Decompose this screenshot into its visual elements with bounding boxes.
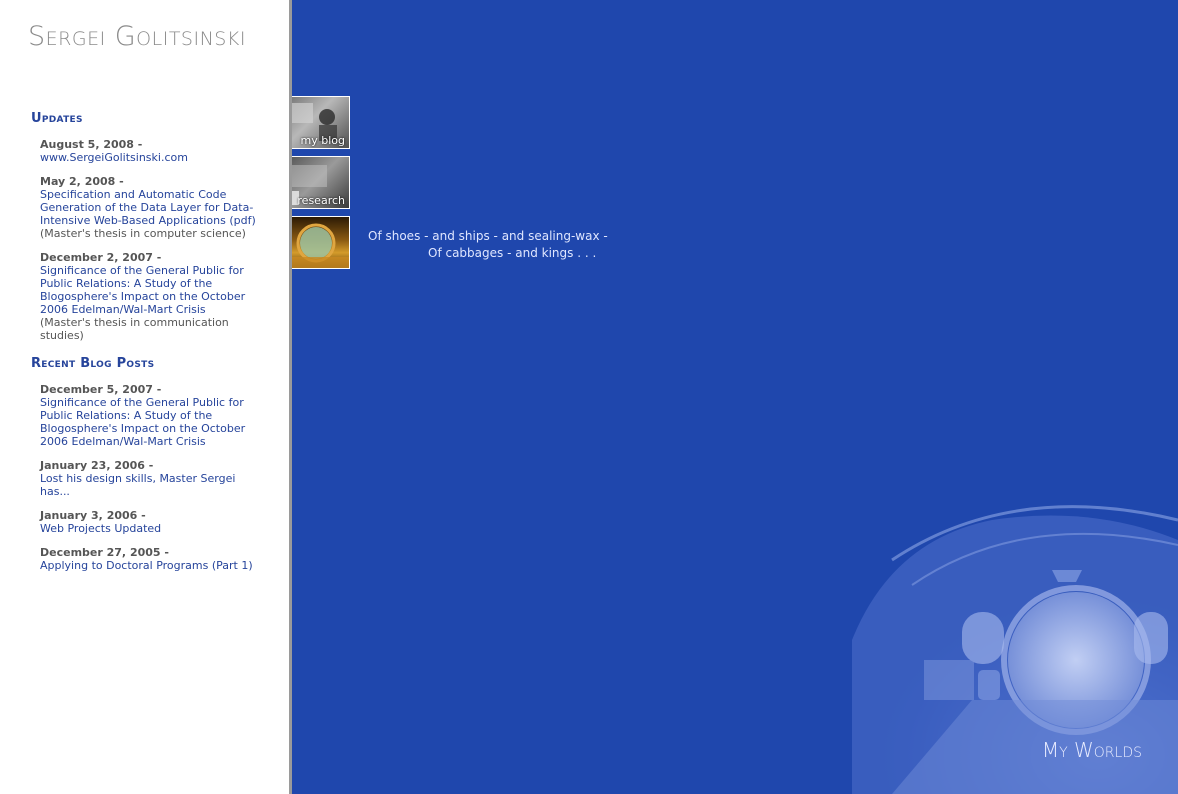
blog-date: December 27, 2005 -: [40, 546, 169, 559]
my-blog-thumbnail[interactable]: my blog: [292, 96, 350, 149]
blog-link[interactable]: Significance of the General Public for P…: [40, 396, 268, 448]
blog-date: December 5, 2007 -: [40, 383, 162, 396]
quote: Of shoes - and ships - and sealing-wax -…: [368, 228, 608, 262]
quote-line-1: Of shoes - and ships - and sealing-wax -: [368, 229, 608, 243]
my-worlds-label[interactable]: My Worlds: [1042, 738, 1142, 762]
update-link[interactable]: Specification and Automatic Code Generat…: [40, 188, 268, 227]
update-date: December 2, 2007 -: [40, 251, 162, 264]
update-link[interactable]: Significance of the General Public for P…: [40, 264, 268, 316]
update-date: August 5, 2008 -: [40, 138, 143, 151]
blog-date: January 3, 2006 -: [40, 509, 146, 522]
round-door-icon: [292, 223, 349, 268]
update-link[interactable]: www.SergeiGolitsinski.com: [40, 151, 268, 164]
blog-link[interactable]: Web Projects Updated: [40, 522, 268, 535]
update-date: May 2, 2008 -: [40, 175, 124, 188]
hobbit-hole-illustration: [732, 470, 1178, 794]
blog-link[interactable]: Applying to Doctoral Programs (Part 1): [40, 559, 268, 572]
update-note: (Master's thesis in communication studie…: [40, 316, 229, 342]
update-note: (Master's thesis in computer science): [40, 227, 246, 240]
my-blog-label: my blog: [300, 134, 345, 147]
research-label: research: [297, 194, 345, 207]
my-worlds-thumbnail[interactable]: [292, 216, 350, 269]
updates-heading: Updates: [31, 111, 83, 126]
site-title: Sergei Golitsinski: [28, 21, 246, 52]
blog-item: January 23, 2006 - Lost his design skill…: [40, 459, 268, 498]
blog-heading: Recent Blog Posts: [31, 356, 155, 371]
main-panel: my blog research Of shoes - and ships - …: [292, 0, 1178, 794]
research-thumbnail[interactable]: research: [292, 156, 350, 209]
blog-date: January 23, 2006 -: [40, 459, 154, 472]
sidebar: Sergei Golitsinski Updates August 5, 200…: [0, 0, 289, 794]
blog-item: December 27, 2005 - Applying to Doctoral…: [40, 546, 268, 572]
blog-link[interactable]: Lost his design skills, Master Sergei ha…: [40, 472, 268, 498]
quote-line-2: Of cabbages - and kings . . .: [428, 246, 597, 260]
update-item: May 2, 2008 - Specification and Automati…: [40, 175, 268, 240]
update-item: December 2, 2007 - Significance of the G…: [40, 251, 268, 342]
update-item: August 5, 2008 - www.SergeiGolitsinski.c…: [40, 138, 268, 164]
blog-item: January 3, 2006 - Web Projects Updated: [40, 509, 268, 535]
blog-item: December 5, 2007 - Significance of the G…: [40, 383, 268, 448]
